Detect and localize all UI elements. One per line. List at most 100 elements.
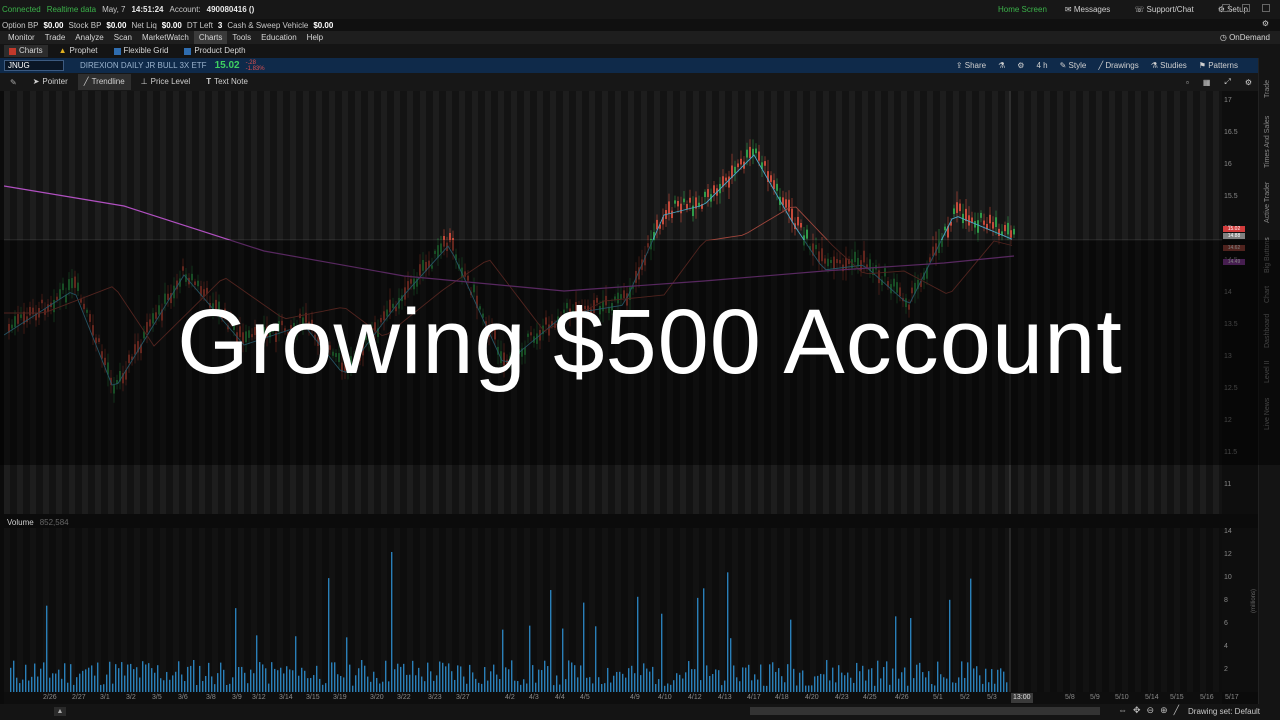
rail-active-trader[interactable]: Active Trader bbox=[1264, 182, 1271, 223]
session-shade bbox=[1187, 528, 1193, 692]
price-level-tool[interactable]: ⊥ Price Level bbox=[135, 74, 197, 90]
session-shade bbox=[264, 528, 270, 692]
volume-bar bbox=[871, 668, 873, 692]
candle-body bbox=[272, 328, 274, 332]
draw-icon[interactable]: ╱ bbox=[1174, 705, 1179, 716]
volume-chart-svg[interactable] bbox=[4, 528, 1222, 692]
date-tick: 4/10 bbox=[658, 694, 672, 701]
main-menu: Monitor Trade Analyze Scan MarketWatch C… bbox=[0, 31, 1280, 44]
menu-monitor[interactable]: Monitor bbox=[3, 31, 40, 44]
session-shade bbox=[420, 91, 426, 514]
price-chart[interactable] bbox=[4, 91, 1222, 514]
volume-bar bbox=[889, 684, 891, 692]
candle-body bbox=[587, 305, 589, 315]
text-note-tool[interactable]: T Text Note bbox=[200, 74, 254, 90]
single-layout-icon[interactable]: ▫ bbox=[1186, 78, 1189, 87]
account-value[interactable]: 490080416 () bbox=[207, 5, 255, 14]
studies-button[interactable]: ⚗ Studies bbox=[1151, 61, 1187, 70]
expand-icon[interactable]: ⤢ bbox=[1224, 77, 1230, 87]
candle-body bbox=[152, 313, 154, 324]
drawings-button[interactable]: ╱ Drawings bbox=[1098, 61, 1138, 70]
zoom-out-icon[interactable]: ⊖ bbox=[1147, 705, 1155, 716]
net-liq-label: Net Liq bbox=[131, 20, 157, 30]
share-button[interactable]: ⇪ Share bbox=[956, 61, 986, 70]
drawing-set-label[interactable]: Drawing set: Default bbox=[1188, 707, 1260, 716]
date-tick: 5/1 bbox=[933, 694, 943, 701]
candle-body bbox=[527, 333, 529, 337]
volume-bar bbox=[517, 681, 519, 692]
settings-icon[interactable]: ⚙ bbox=[1017, 61, 1024, 70]
home-screen-button[interactable]: Home Screen bbox=[998, 5, 1047, 14]
volume-bar bbox=[430, 671, 432, 692]
volume-bar bbox=[508, 669, 510, 692]
session-shade bbox=[901, 528, 907, 692]
volume-bar bbox=[388, 681, 390, 692]
volume-bar bbox=[289, 669, 291, 692]
patterns-button[interactable]: ⚑ Patterns bbox=[1199, 61, 1238, 70]
session-shade bbox=[1096, 91, 1102, 514]
tab-product-depth[interactable]: Product Depth bbox=[179, 45, 250, 57]
tab-flexible-grid[interactable]: Flexible Grid bbox=[109, 45, 174, 57]
maximize-icon[interactable] bbox=[1242, 4, 1250, 12]
session-shade bbox=[719, 91, 725, 514]
tab-charts[interactable]: Charts bbox=[4, 45, 48, 57]
candle-body bbox=[92, 325, 94, 336]
candle-body bbox=[308, 321, 310, 328]
candle-body bbox=[311, 319, 313, 326]
timeframe-button[interactable]: 4 h bbox=[1036, 61, 1047, 70]
menu-trade[interactable]: Trade bbox=[40, 31, 71, 44]
menu-tools[interactable]: Tools bbox=[227, 31, 256, 44]
menu-scan[interactable]: Scan bbox=[109, 31, 137, 44]
volume-bar bbox=[265, 668, 267, 692]
menu-education[interactable]: Education bbox=[256, 31, 302, 44]
price-chart-svg[interactable] bbox=[4, 91, 1222, 514]
pan-icon[interactable]: ⇔ bbox=[1118, 705, 1127, 716]
menu-analyze[interactable]: Analyze bbox=[70, 31, 108, 44]
close-icon[interactable] bbox=[1262, 4, 1270, 12]
rail-dashboard[interactable]: Dashboard bbox=[1264, 314, 1271, 348]
grid-layout-icon[interactable]: ▦ bbox=[1203, 78, 1211, 87]
volume-bar bbox=[577, 677, 579, 692]
rail-level-ii[interactable]: Level II bbox=[1264, 360, 1271, 383]
rail-trade[interactable]: Trade bbox=[1264, 80, 1271, 98]
date-tick: 4/12 bbox=[688, 694, 702, 701]
candle-body bbox=[359, 354, 361, 361]
rail-live-news[interactable]: Live News bbox=[1264, 398, 1271, 430]
rail-chart[interactable]: Chart bbox=[1264, 286, 1271, 303]
price-level-label: Price Level bbox=[150, 77, 191, 86]
move-icon[interactable]: ✥ bbox=[1133, 705, 1141, 716]
chart-settings-icon[interactable]: ⚙ bbox=[1245, 78, 1252, 87]
messages-button[interactable]: ✉ Messages bbox=[1065, 5, 1116, 14]
volume-bar bbox=[316, 665, 318, 692]
ondemand-button[interactable]: ◷ OnDemand bbox=[1220, 31, 1270, 44]
tab-charts-label: Charts bbox=[19, 46, 43, 55]
menu-help[interactable]: Help bbox=[302, 31, 328, 44]
menu-charts[interactable]: Charts bbox=[193, 31, 228, 44]
zoom-in-icon[interactable]: ⊕ bbox=[1160, 705, 1168, 716]
volume-chart[interactable] bbox=[4, 528, 1222, 692]
style-button[interactable]: ✎ Style bbox=[1060, 61, 1087, 70]
volume-bar bbox=[310, 677, 312, 692]
symbol-input[interactable]: JNUG bbox=[4, 60, 64, 71]
scroll-up-button[interactable]: ▲ bbox=[54, 707, 66, 716]
rail-big-buttons[interactable]: Big Buttons bbox=[1264, 237, 1271, 273]
support-chat-button[interactable]: ☏ Support/Chat bbox=[1134, 5, 1199, 14]
tab-prophet[interactable]: ▲ Prophet bbox=[54, 45, 103, 57]
pointer-tool[interactable]: ➤ Pointer bbox=[27, 74, 74, 90]
price-tick: 13 bbox=[1224, 353, 1232, 360]
volume-bar bbox=[772, 662, 774, 692]
volume-bar bbox=[142, 661, 144, 692]
gear-icon[interactable]: ⚙ bbox=[1262, 19, 1269, 28]
volume-bar bbox=[481, 683, 483, 692]
candle-body bbox=[434, 250, 436, 254]
rail-times-sales[interactable]: Times And Sales bbox=[1264, 116, 1271, 168]
date-tick: 4/9 bbox=[630, 694, 640, 701]
candle-body bbox=[824, 258, 826, 264]
horizontal-scrollbar[interactable] bbox=[750, 707, 1100, 715]
pencil-icon[interactable]: ✎ bbox=[10, 78, 17, 87]
minimize-icon[interactable] bbox=[1222, 4, 1230, 12]
buying-power-bar: Option BP $0.00 Stock BP $0.00 Net Liq $… bbox=[0, 19, 1280, 31]
menu-marketwatch[interactable]: MarketWatch bbox=[137, 31, 194, 44]
flask-icon[interactable]: ⚗ bbox=[998, 61, 1005, 70]
trendline-tool[interactable]: ╱ Trendline bbox=[77, 74, 131, 90]
